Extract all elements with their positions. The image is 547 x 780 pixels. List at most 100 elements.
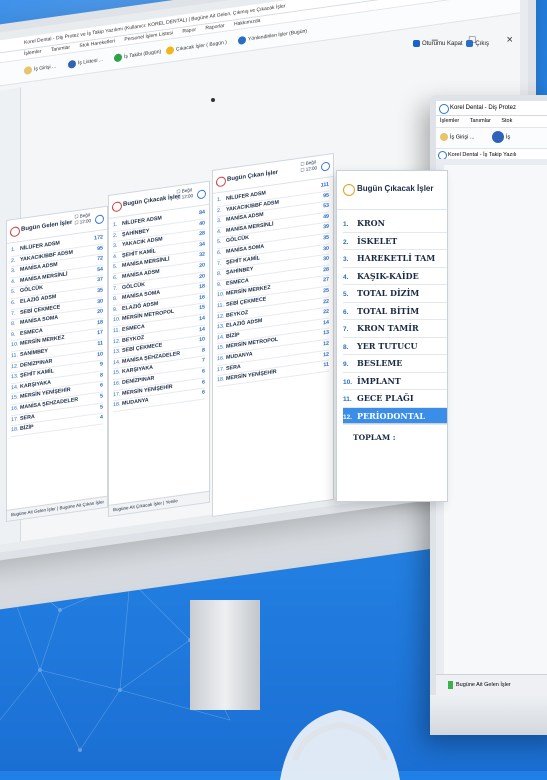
toolbar-button[interactable]: İş — [492, 131, 510, 143]
menu-item[interactable]: İşlemler — [440, 118, 459, 124]
row-number: 12. — [217, 312, 225, 320]
user-icon — [24, 65, 32, 75]
menu-item[interactable]: Rapor — [182, 27, 196, 35]
row-number: 13. — [113, 348, 121, 356]
app-logo-icon — [439, 104, 449, 114]
panel-title: Bugün Çıkan İşler — [227, 169, 279, 183]
refresh-icon[interactable] — [95, 214, 104, 225]
list-item[interactable]: 1. KRON — [343, 215, 447, 233]
row-number: 16. — [217, 355, 225, 363]
list-item[interactable]: 6. TOTAL BİTİM — [343, 303, 447, 320]
toolbar-button[interactable]: İş Listesi ... — [68, 55, 103, 70]
toolbar-button[interactable]: Çıkacak İşler ( Bugün ) — [166, 37, 227, 56]
row-number: 4. — [11, 278, 16, 286]
row-number: 2. — [343, 238, 349, 246]
refresh-icon[interactable] — [321, 161, 330, 172]
panel-options[interactable]: ☐ Beğil ☐ 12:00 — [300, 159, 317, 173]
row-number: 9. — [11, 331, 16, 339]
toolbar-button[interactable]: İş Girişi ... — [440, 133, 474, 141]
row-number: 17. — [113, 390, 121, 398]
panel-options[interactable]: ☐ Beğil ☐ 12:00 — [74, 212, 91, 226]
clock-icon — [112, 201, 122, 213]
row-number: 1. — [113, 221, 118, 229]
clock-icon — [10, 226, 20, 238]
row-number: 8. — [343, 343, 349, 351]
work-type: TOTAL BİTİM — [357, 305, 420, 316]
row-number: 10. — [113, 316, 121, 324]
menu-bar: İşlemler Tanımlar Stok — [436, 116, 547, 128]
row-number: 8. — [11, 320, 16, 328]
row-number: 5. — [11, 289, 16, 296]
count: 11 — [323, 361, 329, 369]
row-number: 16. — [11, 405, 19, 413]
row-number: 17. — [217, 365, 225, 373]
row-number: 11. — [11, 352, 18, 360]
panel-options[interactable]: ☐ Beğil ☐ 12:00 — [176, 187, 193, 201]
row-number: 18. — [11, 426, 19, 434]
row-number: 4. — [343, 273, 349, 281]
screen-front: Korel Dental - Diş Protez İşlemler Tanım… — [436, 101, 547, 695]
list-item[interactable]: 2. İSKELET — [343, 233, 447, 250]
row-number: 10. — [11, 341, 19, 349]
camera-dot — [211, 98, 215, 102]
menu-item[interactable]: Tanımlar — [51, 45, 70, 54]
row-number: 3. — [343, 256, 349, 263]
row-number: 6. — [343, 308, 349, 316]
clock-icon — [216, 176, 226, 188]
toolbar-button[interactable]: İş Takibi (Bugün) — [114, 47, 161, 64]
row-number: 5. — [343, 291, 349, 298]
workspace-inner — [444, 165, 547, 675]
row-number: 10. — [217, 291, 225, 299]
menu-item[interactable]: Stok — [501, 118, 512, 124]
list-item[interactable]: 8. YER TUTUCU — [343, 338, 447, 355]
row-number: 8. — [217, 270, 222, 278]
list-item[interactable]: 3. HAREKETLİ TAM — [343, 250, 447, 268]
row-number: 11. — [217, 302, 224, 310]
logout-area[interactable]: Oturumu Kapat Çıkış — [411, 40, 489, 47]
row-number: 8. — [113, 295, 118, 303]
work-type: KRON TAMİR — [357, 323, 419, 333]
menu-item[interactable]: İşlemler — [24, 49, 42, 57]
row-number: 7. — [217, 260, 222, 267]
monitor-chin — [430, 695, 547, 735]
row-number: 4. — [113, 253, 118, 261]
menu-item[interactable]: Raporlar — [205, 23, 224, 32]
list-item[interactable]: 7. KRON TAMİR — [343, 320, 447, 338]
row-number: 9. — [113, 306, 118, 314]
row-number: 4. — [217, 228, 222, 236]
window-title: Korel Dental - Diş Protez — [436, 101, 547, 116]
total-label: TOPLAM : — [353, 433, 396, 442]
work-type: YER TUTUCU — [357, 340, 418, 351]
menu-item[interactable]: Hakkımızda — [234, 18, 260, 28]
list-item[interactable]: 11. GECE PLAĞI — [343, 390, 447, 408]
panel-title: Bugün Çıkacak İşler — [357, 184, 434, 193]
work-type: KRON — [357, 218, 385, 228]
row-number: 1. — [217, 196, 222, 204]
refresh-icon[interactable] — [197, 189, 206, 200]
panel-list: 1. NİLÜFER ADSM 111 2. YAKACIK/BBF ADSM … — [217, 180, 329, 387]
menu-item[interactable]: Tanımlar — [470, 118, 491, 124]
list-item[interactable]: 10. İMPLANT — [343, 373, 447, 390]
row-number: 6. — [11, 299, 16, 307]
work-type: KAŞIK-KAİDE — [357, 270, 419, 281]
calendar-icon — [166, 45, 174, 55]
work-type: TOTAL DİZİM — [357, 288, 420, 298]
row-number: 11. — [113, 327, 120, 335]
panel-1: Bugün Çıkacak İşler ☐ Beğil ☐ 12:00 1. Nİ… — [108, 180, 210, 517]
row-number: 1. — [11, 246, 16, 254]
toolbar-button[interactable]: Yönlendirilen İşler (Bugün) — [238, 26, 307, 46]
row-number: 2. — [11, 257, 16, 264]
row-number: 3. — [11, 267, 16, 275]
row-number: 15. — [113, 369, 121, 377]
row-number: 14. — [11, 383, 19, 392]
row-number: 11. — [343, 396, 352, 403]
toolbar-button[interactable]: İş Girişi ... — [24, 61, 56, 76]
list-item[interactable]: 9. BESLEME — [343, 355, 447, 373]
panel-title: Bugün Çıkacak İşler — [123, 193, 181, 208]
list-item[interactable]: 4. KAŞIK-KAİDE — [343, 268, 447, 285]
work-type-list: 1. KRON 2. İSKELET 3. HAREKETLİ TAM 4. KAŞIK-KA… — [343, 215, 447, 425]
row-number: 2. — [217, 207, 222, 214]
user-icon — [440, 133, 448, 141]
list-item[interactable]: 5. TOTAL DİZİM — [343, 285, 447, 303]
row-number: 18. — [113, 401, 121, 409]
